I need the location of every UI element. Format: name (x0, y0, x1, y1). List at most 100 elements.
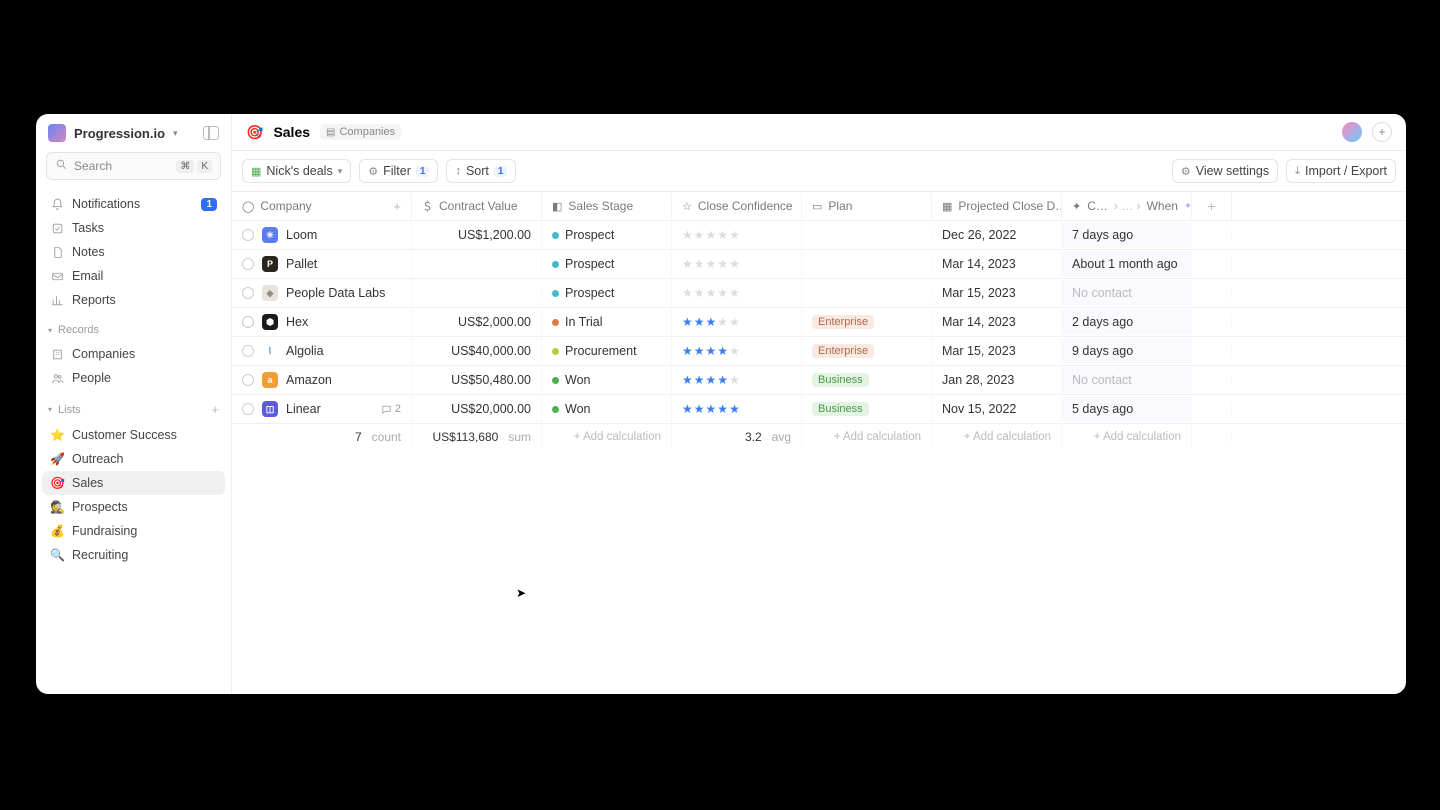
row-checkbox[interactable] (242, 403, 254, 415)
cell-plan[interactable] (802, 287, 932, 299)
cell-projected-close[interactable]: Mar 14, 2023 (932, 251, 1062, 277)
cell-contract-value[interactable] (412, 258, 542, 270)
sort-button[interactable]: ↕ Sort 1 (446, 159, 516, 183)
nav-item-customer-success[interactable]: ⭐Customer Success (42, 423, 225, 447)
cell-when[interactable]: No contact (1062, 280, 1192, 306)
cell-sales-stage[interactable]: Won (542, 396, 672, 422)
user-avatar[interactable] (1342, 122, 1362, 142)
cell-company[interactable]: ◈People Data Labs (232, 279, 412, 307)
cell-close-confidence[interactable]: ★★★★★ (672, 222, 802, 248)
cell-plan[interactable]: Business (802, 367, 932, 393)
table-row[interactable]: ✳LoomUS$1,200.00Prospect★★★★★ Dec 26, 202… (232, 221, 1406, 250)
add-calculation-button[interactable]: + Add calculation (964, 431, 1051, 443)
nav-item-prospects[interactable]: 🕵️Prospects (42, 495, 225, 519)
table-row[interactable]: ◫Linear2US$20,000.00Won★★★★★BusinessNov … (232, 395, 1406, 424)
cell-plan[interactable]: Enterprise (802, 338, 932, 364)
sidebar-toggle-icon[interactable] (203, 126, 219, 140)
nav-item-notifications[interactable]: Notifications1 (42, 192, 225, 216)
cell-sales-stage[interactable]: Prospect (542, 251, 672, 277)
cell-projected-close[interactable]: Nov 15, 2022 (932, 396, 1062, 422)
cell-company[interactable]: ⦚Algolia (232, 337, 412, 365)
cell-company[interactable]: ⬢Hex (232, 308, 412, 336)
cell-when[interactable]: 9 days ago (1062, 338, 1192, 364)
cell-plan[interactable] (802, 229, 932, 241)
add-column-button[interactable]: + (1192, 192, 1232, 220)
search-input[interactable]: Search ⌘K (46, 152, 221, 180)
cell-contract-value[interactable]: US$50,480.00 (412, 367, 542, 393)
cell-sales-stage[interactable]: Procurement (542, 338, 672, 364)
table-row[interactable]: ⦚AlgoliaUS$40,000.00Procurement★★★★★Ente… (232, 337, 1406, 366)
cell-when[interactable]: 7 days ago (1062, 222, 1192, 248)
cell-sales-stage[interactable]: Prospect (542, 280, 672, 306)
nav-item-tasks[interactable]: Tasks (42, 216, 225, 240)
view-picker[interactable]: ▦ Nick's deals ▾ (242, 159, 351, 183)
cell-close-confidence[interactable]: ★★★★★ (672, 309, 802, 335)
column-header-close-confidence[interactable]: ☆Close Confidence (672, 193, 802, 219)
cell-company[interactable]: ✳Loom (232, 221, 412, 249)
cell-plan[interactable]: Enterprise (802, 309, 932, 335)
cell-plan[interactable] (802, 258, 932, 270)
cell-close-confidence[interactable]: ★★★★★ (672, 251, 802, 277)
column-header-sales-stage[interactable]: ◧Sales Stage (542, 193, 672, 219)
nav-item-sales[interactable]: 🎯Sales (42, 471, 225, 495)
table-row[interactable]: aAmazonUS$50,480.00Won★★★★★BusinessJan 2… (232, 366, 1406, 395)
cell-projected-close[interactable]: Jan 28, 2023 (932, 367, 1062, 393)
cell-sales-stage[interactable]: In Trial (542, 309, 672, 335)
cell-when[interactable]: 5 days ago (1062, 396, 1192, 422)
cell-when[interactable]: No contact (1062, 367, 1192, 393)
column-header-contract-value[interactable]: ＄Contract Value (412, 192, 542, 220)
cell-contract-value[interactable] (412, 287, 542, 299)
column-header-plan[interactable]: ▭Plan (802, 193, 932, 219)
cell-sales-stage[interactable]: Prospect (542, 222, 672, 248)
cell-company[interactable]: ◫Linear2 (232, 395, 412, 423)
add-list-button[interactable]: + (211, 402, 219, 417)
add-attribute-button[interactable]: + (393, 199, 401, 214)
column-header-company[interactable]: ◯Company+ (232, 193, 412, 220)
section-lists-header[interactable]: ▾ Lists + (36, 392, 231, 421)
cell-plan[interactable]: Business (802, 396, 932, 422)
nav-item-companies[interactable]: Companies (42, 342, 225, 366)
add-calculation-button[interactable]: + Add calculation (834, 431, 921, 443)
cell-company[interactable]: aAmazon (232, 366, 412, 394)
import-export-button[interactable]: ⤓ Import / Export (1286, 159, 1396, 183)
section-records-header[interactable]: ▾ Records (36, 314, 231, 340)
add-calculation-button[interactable]: + Add calculation (574, 431, 661, 443)
add-member-button[interactable]: + (1372, 122, 1392, 142)
workspace-switcher[interactable]: Progression.io ▾ (36, 114, 231, 152)
cell-close-confidence[interactable]: ★★★★★ (672, 396, 802, 422)
row-checkbox[interactable] (242, 316, 254, 328)
cell-close-confidence[interactable]: ★★★★★ (672, 367, 802, 393)
nav-item-outreach[interactable]: 🚀Outreach (42, 447, 225, 471)
cell-contract-value[interactable]: US$1,200.00 (412, 222, 542, 248)
cell-company[interactable]: PPallet (232, 250, 412, 278)
comments-indicator[interactable]: 2 (381, 403, 401, 415)
cell-contract-value[interactable]: US$2,000.00 (412, 309, 542, 335)
nav-item-recruiting[interactable]: 🔍Recruiting (42, 543, 225, 567)
view-settings-button[interactable]: ⚙ View settings (1172, 159, 1278, 183)
filter-button[interactable]: ⚙ Filter 1 (359, 159, 438, 183)
cell-close-confidence[interactable]: ★★★★★ (672, 280, 802, 306)
cell-sales-stage[interactable]: Won (542, 367, 672, 393)
cell-close-confidence[interactable]: ★★★★★ (672, 338, 802, 364)
cell-contract-value[interactable]: US$20,000.00 (412, 396, 542, 422)
row-checkbox[interactable] (242, 258, 254, 270)
row-checkbox[interactable] (242, 229, 254, 241)
row-checkbox[interactable] (242, 345, 254, 357)
object-type-chip[interactable]: ▤ Companies (320, 124, 401, 140)
cell-projected-close[interactable]: Mar 15, 2023 (932, 280, 1062, 306)
cell-contract-value[interactable]: US$40,000.00 (412, 338, 542, 364)
column-header-when[interactable]: ✦C… › … › When ✦ (1062, 193, 1192, 219)
nav-item-reports[interactable]: Reports (42, 288, 225, 312)
table-row[interactable]: ◈People Data Labs Prospect★★★★★ Mar 15, 20… (232, 279, 1406, 308)
add-calculation-button[interactable]: + Add calculation (1094, 431, 1181, 443)
table-row[interactable]: PPalletProspect★★★★★Mar 14, 2023About 1 … (232, 250, 1406, 279)
column-header-projected-close-d-[interactable]: ▦Projected Close D… (932, 193, 1062, 219)
table-row[interactable]: ⬢HexUS$2,000.00In Trial★★★★★EnterpriseMa… (232, 308, 1406, 337)
row-checkbox[interactable] (242, 374, 254, 386)
nav-item-email[interactable]: Email (42, 264, 225, 288)
cell-projected-close[interactable]: Dec 26, 2022 (932, 222, 1062, 248)
row-checkbox[interactable] (242, 287, 254, 299)
nav-item-notes[interactable]: Notes (42, 240, 225, 264)
nav-item-fundraising[interactable]: 💰Fundraising (42, 519, 225, 543)
cell-when[interactable]: 2 days ago (1062, 309, 1192, 335)
